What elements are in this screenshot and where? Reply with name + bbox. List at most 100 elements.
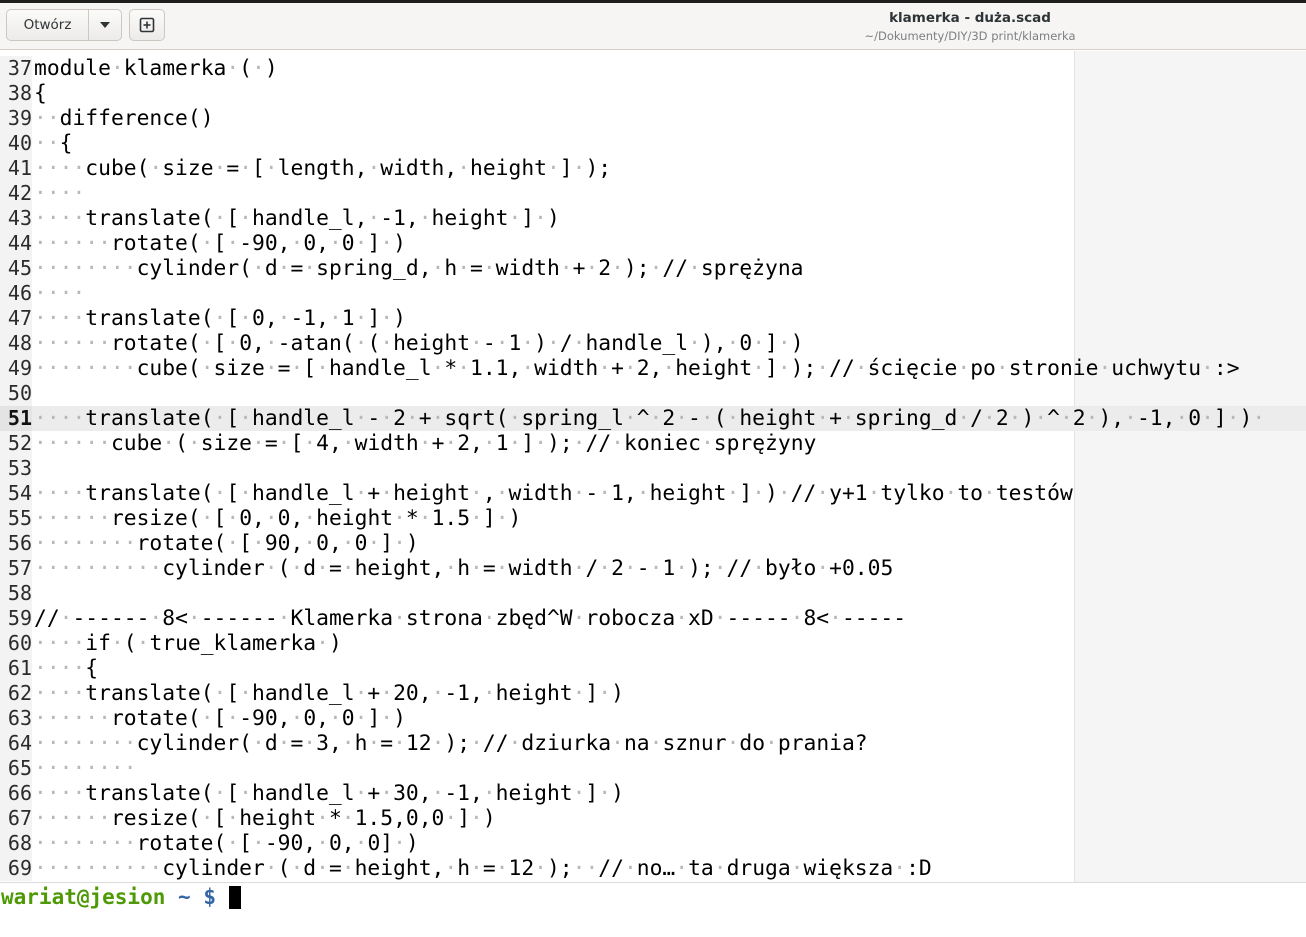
code-line[interactable]: 45 ········cylinder(·d·=·spring_d,·h·=·wi…	[0, 256, 1306, 281]
code-text: module·klamerka·(·)	[34, 56, 278, 81]
line-number: 63	[0, 706, 32, 731]
code-line[interactable]: 60 ····if·(·true_klamerka·)	[0, 631, 1306, 656]
line-number: 42	[0, 181, 32, 206]
code-line[interactable]: 63 ······rotate(·[·-90,·0,·0·]·)	[0, 706, 1306, 731]
line-number: 64	[0, 731, 32, 756]
code-text: ··········cylinder·(·d·=·height,·h·=·wid…	[34, 556, 894, 581]
code-text: ······resize(·[·0,·0,·height·*·1.5·]·)	[34, 506, 522, 531]
line-number: 49	[0, 356, 32, 381]
line-number: 43	[0, 206, 32, 231]
code-text: ····translate(·[·handle_l·+·30,·-1,·heig…	[34, 781, 624, 806]
line-number: 53	[0, 456, 32, 481]
line-number: 47	[0, 306, 32, 331]
code-line[interactable]: 46 ····	[0, 281, 1306, 306]
line-number: 68	[0, 831, 32, 856]
code-text: ········rotate(·[·-90,·0,·0]·)	[34, 831, 419, 856]
code-line[interactable]: 39 ··difference()	[0, 106, 1306, 131]
prompt-user: wariat@jesion	[1, 885, 166, 909]
code-line[interactable]: 58	[0, 581, 1306, 606]
code-line[interactable]: 43 ····translate(·[·handle_l,·-1,·height·…	[0, 206, 1306, 231]
code-line[interactable]: 40 ··{	[0, 131, 1306, 156]
line-number: 46	[0, 281, 32, 306]
terminal-panel[interactable]: wariat@jesion ~ $	[0, 882, 1306, 937]
new-document-icon	[139, 17, 155, 33]
window-subtitle: ~/Dokumenty/DIY/3D print/klamerka	[864, 29, 1076, 43]
prompt-path: ~ $	[178, 885, 216, 909]
code-text: ····translate(·[·handle_l·+·20,·-1,·heig…	[34, 681, 624, 706]
line-number: 55	[0, 506, 32, 531]
terminal-cursor	[228, 886, 241, 909]
code-line[interactable]: 41 ····cube(·size·=·[·length,·width,·heig…	[0, 156, 1306, 181]
code-text: //·------·8<·------·Klamerka·strona·zbęd…	[34, 606, 907, 631]
code-lines: 37 module·klamerka·(·) 38{39 ··difference()…	[0, 56, 1306, 881]
open-button-group: Otwórz	[6, 9, 122, 41]
code-line[interactable]: 38{	[0, 81, 1306, 106]
code-line[interactable]: 69 ··········cylinder·(·d·=·height,·h·=·1…	[0, 856, 1306, 881]
code-line[interactable]: 48 ······rotate(·[·0,·-atan(·(·height·-·1…	[0, 331, 1306, 356]
code-text: ····cube(·size·=·[·length,·width,·height…	[34, 156, 612, 181]
code-line[interactable]: 42 ····	[0, 181, 1306, 206]
code-text: ··········cylinder·(·d·=·height,·h·=·12·…	[34, 856, 932, 881]
line-number: 62	[0, 681, 32, 706]
code-line[interactable]: 62 ····translate(·[·handle_l·+·20,·-1,·he…	[0, 681, 1306, 706]
line-number: 54	[0, 481, 32, 506]
code-text: ······cube·(·size·=·[·4,·width·+·2,·1·]·…	[34, 431, 817, 456]
code-line[interactable]: 56 ········rotate(·[·90,·0,·0·]·)	[0, 531, 1306, 556]
code-line[interactable]: 59//·------·8<·------·Klamerka·strona·zb…	[0, 606, 1306, 631]
line-number: 69	[0, 856, 32, 881]
code-text: ····	[34, 181, 86, 206]
code-line[interactable]: 57 ··········cylinder·(·d·=·height,·h·=·w…	[0, 556, 1306, 581]
code-line[interactable]: 53	[0, 456, 1306, 481]
code-text: ········rotate(·[·90,·0,·0·]·)	[34, 531, 419, 556]
line-number: 61	[0, 656, 32, 681]
code-text: {	[34, 81, 47, 106]
open-button[interactable]: Otwórz	[7, 10, 89, 40]
line-number: 50	[0, 381, 32, 406]
code-line[interactable]: 51 ····translate(·[·handle_l·-·2·+·sqrt(·…	[0, 406, 1306, 431]
code-line[interactable]: 54 ····translate(·[·handle_l·+·height·,·w…	[0, 481, 1306, 506]
code-text: ····translate(·[·handle_l,·-1,·height·]·…	[34, 206, 560, 231]
line-number: 52	[0, 431, 32, 456]
code-line[interactable]: 67 ······resize(·[·height·*·1.5,0,0·]·)	[0, 806, 1306, 831]
code-text: ······rotate(·[·-90,·0,·0·]·)	[34, 231, 406, 256]
code-text: ··{	[34, 131, 73, 156]
line-number: 58	[0, 581, 32, 606]
line-number: 57	[0, 556, 32, 581]
line-number: 40	[0, 131, 32, 156]
line-number: 38	[0, 81, 32, 106]
new-tab-button[interactable]	[129, 9, 165, 41]
code-line[interactable]: 49 ········cube(·size·=·[·handle_l·*·1.1,…	[0, 356, 1306, 381]
terminal-prompt: wariat@jesion ~ $	[1, 884, 241, 910]
code-text: ········cylinder(·d·=·spring_d,·h·=·widt…	[34, 256, 804, 281]
code-line[interactable]: 66 ····translate(·[·handle_l·+·30,·-1,·he…	[0, 781, 1306, 806]
open-menu-button[interactable]	[89, 10, 121, 40]
code-line[interactable]: 68 ········rotate(·[·-90,·0,·0]·)	[0, 831, 1306, 856]
code-line[interactable]: 50	[0, 381, 1306, 406]
line-number: 65	[0, 756, 32, 781]
line-number: 48	[0, 331, 32, 356]
line-number: 37	[0, 56, 32, 81]
line-number: 56	[0, 531, 32, 556]
code-line[interactable]: 47 ····translate(·[·0,·-1,·1·]·)	[0, 306, 1306, 331]
code-line[interactable]: 44 ······rotate(·[·-90,·0,·0·]·)	[0, 231, 1306, 256]
window-titles: klamerka - duża.scad ~/Dokumenty/DIY/3D …	[760, 9, 1180, 45]
window-title: klamerka - duża.scad	[889, 10, 1051, 26]
code-line[interactable]: 61 ····{	[0, 656, 1306, 681]
code-text: ····translate(·[·handle_l·-·2·+·sqrt(·sp…	[34, 406, 1266, 431]
code-line[interactable]: 55 ······resize(·[·0,·0,·height·*·1.5·]·)	[0, 506, 1306, 531]
code-line[interactable]: 65 ········	[0, 756, 1306, 781]
line-number: 44	[0, 231, 32, 256]
code-text: ······rotate(·[·0,·-atan(·(·height·-·1·)…	[34, 331, 804, 356]
code-line[interactable]: 37 module·klamerka·(·)	[0, 56, 1306, 81]
code-text: ····if·(·true_klamerka·)	[34, 631, 342, 656]
line-number: 51	[0, 406, 32, 431]
code-text: ····	[34, 281, 86, 306]
code-text: ····{	[34, 656, 99, 681]
code-line[interactable]: 64 ········cylinder(·d·=·3,·h·=·12·);·//·…	[0, 731, 1306, 756]
header-bar: Otwórz klamerka - duża.scad ~/Dokumenty/…	[0, 3, 1306, 50]
line-number: 66	[0, 781, 32, 806]
code-line[interactable]: 52 ······cube·(·size·=·[·4,·width·+·2,·1·…	[0, 431, 1306, 456]
code-editor[interactable]: 37 module·klamerka·(·) 38{39 ··difference()…	[0, 51, 1306, 882]
code-text: ····translate(·[·0,·-1,·1·]·)	[34, 306, 406, 331]
line-number: 41	[0, 156, 32, 181]
